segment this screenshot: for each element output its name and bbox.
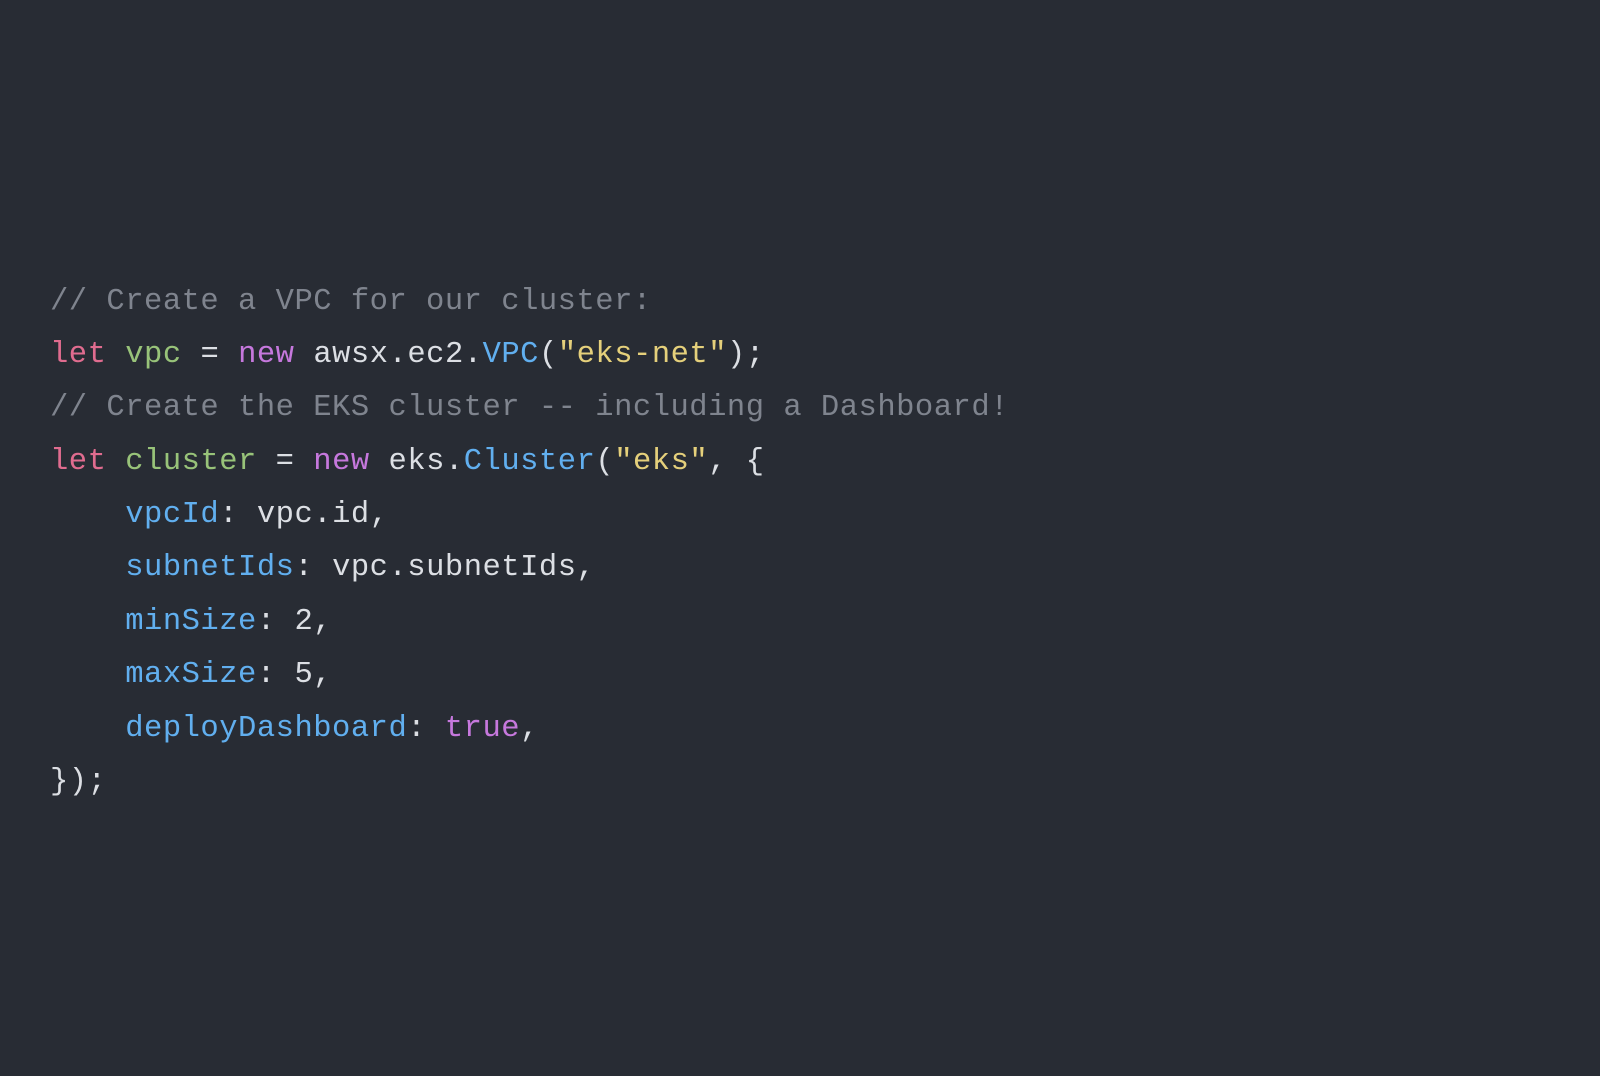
code-block: // Create a VPC for our cluster: let vpc … — [50, 276, 1550, 810]
code-line-4: // Create the EKS cluster -- including a… — [50, 382, 1550, 435]
prop-subnetids-access: subnetIds — [407, 551, 576, 585]
code-line-2: let vpc = new awsx.ec2.VPC("eks-net"); — [50, 329, 1550, 382]
prop-vpcid: vpcId — [125, 498, 219, 532]
code-line-7: subnetIds: vpc.subnetIds, — [50, 542, 1550, 595]
identifier-awsx: awsx — [313, 338, 388, 372]
keyword-let: let — [50, 338, 106, 372]
comment: // Create a VPC for our cluster: — [50, 285, 652, 319]
string-literal: "eks" — [614, 445, 708, 479]
code-line-5: let cluster = new eks.Cluster("eks", { — [50, 436, 1550, 489]
keyword-new: new — [238, 338, 294, 372]
number-literal: 5 — [294, 658, 313, 692]
operator: = — [182, 338, 238, 372]
prop-maxsize: maxSize — [125, 658, 257, 692]
var-usage-vpc: vpc — [332, 551, 388, 585]
code-line-6: vpcId: vpc.id, — [50, 489, 1550, 542]
operator: = — [257, 445, 313, 479]
keyword-new: new — [313, 445, 369, 479]
identifier-eks: eks — [389, 445, 445, 479]
code-line-9: maxSize: 5, — [50, 649, 1550, 702]
identifier-ec2: ec2 — [407, 338, 463, 372]
code-line-11: }); — [50, 756, 1550, 809]
var-cluster: cluster — [125, 445, 257, 479]
code-line-10: deployDashboard: true, — [50, 703, 1550, 756]
code-line-8: minSize: 2, — [50, 596, 1550, 649]
comment: // Create the EKS cluster -- including a… — [50, 391, 1009, 425]
prop-deploydashboard: deployDashboard — [125, 712, 407, 746]
prop-minsize: minSize — [125, 605, 257, 639]
code-line-1: // Create a VPC for our cluster: — [50, 276, 1550, 329]
string-literal: "eks-net" — [558, 338, 727, 372]
keyword-let: let — [50, 445, 106, 479]
prop-subnetids: subnetIds — [125, 551, 294, 585]
var-usage-vpc: vpc — [257, 498, 313, 532]
prop-id: id — [332, 498, 370, 532]
boolean-literal: true — [445, 712, 520, 746]
class-vpc: VPC — [483, 338, 539, 372]
number-literal: 2 — [294, 605, 313, 639]
class-cluster: Cluster — [464, 445, 596, 479]
var-vpc: vpc — [125, 338, 181, 372]
